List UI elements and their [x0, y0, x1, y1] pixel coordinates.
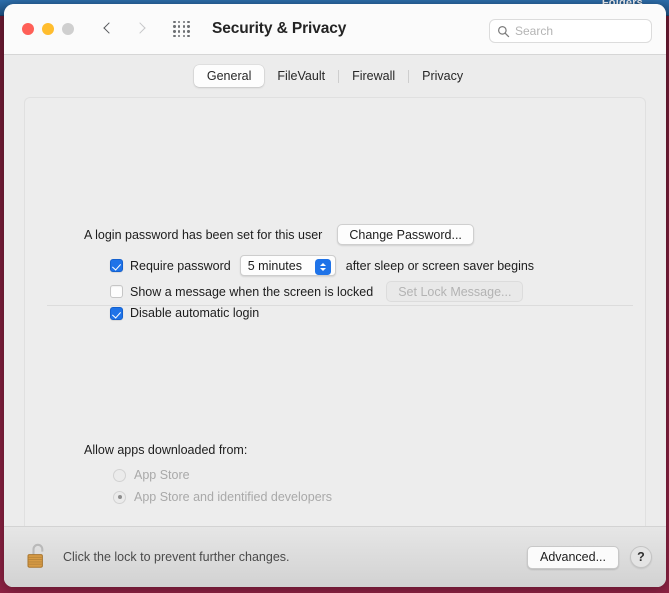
chevron-right-icon[interactable] — [131, 20, 147, 38]
allow-apps-heading: Allow apps downloaded from: — [84, 443, 248, 457]
require-password-delay-select[interactable]: 5 minutes — [239, 255, 336, 276]
tab-bar: General FileVault Firewall Privacy — [4, 55, 666, 97]
window-toolbar: Security & Privacy — [4, 4, 666, 55]
require-password-label: Require password — [130, 258, 231, 273]
search-icon — [498, 25, 510, 37]
require-password-suffix-label: after sleep or screen saver begins — [345, 258, 535, 273]
disable-automatic-login-label: Disable automatic login — [130, 306, 260, 320]
radio-option-app-store-and-identified-developers[interactable]: App Store and identified developers — [113, 490, 332, 504]
login-password-row: A login password has been set for this u… — [84, 224, 474, 245]
tab-filevault[interactable]: FileVault — [264, 65, 338, 87]
bottom-bar-actions: Advanced... ? — [526, 545, 652, 569]
search-field[interactable] — [489, 19, 652, 43]
padlock-open-icon[interactable] — [24, 542, 50, 572]
tabs: General FileVault Firewall Privacy — [193, 65, 476, 87]
help-button[interactable]: ? — [630, 546, 652, 568]
all-preferences-grid-icon[interactable] — [173, 20, 190, 38]
tab-general[interactable]: General — [193, 65, 265, 87]
require-password-row: Require password 5 minutes after sleep o… — [110, 255, 534, 276]
stepper-up-down-icon[interactable] — [314, 258, 331, 275]
navigation-arrows — [101, 20, 147, 38]
login-password-status-text: A login password has been set for this u… — [84, 227, 323, 242]
chevron-left-icon[interactable] — [101, 20, 117, 38]
traffic-lights — [22, 23, 74, 35]
lock-message-checkbox[interactable] — [110, 285, 123, 298]
advanced-button[interactable]: Advanced... — [526, 545, 619, 569]
search-input[interactable] — [515, 24, 640, 38]
lock-message-row: Show a message when the screen is locked… — [110, 281, 524, 302]
section-divider — [47, 305, 633, 306]
tab-firewall[interactable]: Firewall — [339, 65, 408, 87]
zoom-window-button[interactable] — [62, 23, 74, 35]
lock-message-label: Show a message when the screen is locked — [130, 284, 374, 299]
close-window-button[interactable] — [22, 23, 34, 35]
lock-hint-text: Click the lock to prevent further change… — [63, 550, 290, 564]
page-title: Security & Privacy — [212, 20, 347, 37]
disable-automatic-login-checkbox[interactable] — [110, 306, 123, 320]
disable-automatic-login-row: Disable automatic login — [110, 306, 259, 320]
security-privacy-window: Security & Privacy General FileVault Fir… — [4, 4, 666, 587]
general-settings-panel: A login password has been set for this u… — [24, 97, 646, 526]
radio-option-app-store-and-identified-developers-label: App Store and identified developers — [134, 490, 333, 504]
require-password-delay-value: 5 minutes — [247, 258, 302, 273]
tab-privacy[interactable]: Privacy — [409, 65, 476, 87]
radio-button-unselected-icon — [113, 468, 126, 482]
set-lock-message-button: Set Lock Message... — [386, 281, 524, 302]
bottom-bar: Click the lock to prevent further change… — [4, 526, 666, 587]
radio-option-app-store[interactable]: App Store — [113, 468, 190, 482]
radio-button-selected-icon — [113, 490, 126, 504]
minimize-window-button[interactable] — [42, 23, 54, 35]
change-password-button[interactable]: Change Password... — [337, 224, 474, 245]
radio-option-app-store-label: App Store — [134, 468, 190, 482]
require-password-checkbox[interactable] — [110, 259, 123, 272]
